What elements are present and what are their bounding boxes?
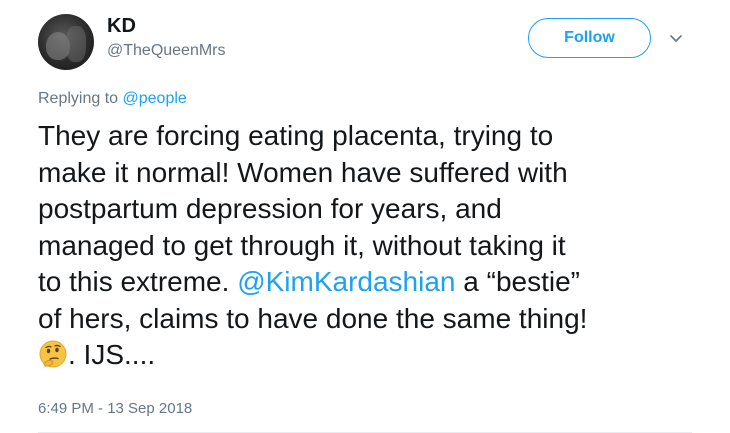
display-name[interactable]: KD xyxy=(107,15,136,38)
kimkardashian-mention-link[interactable]: @KimKardashian xyxy=(237,266,455,297)
tweet-line: . IJS.... xyxy=(68,339,156,370)
replying-to-label: Replying to xyxy=(38,90,123,107)
tweet-line: of hers, claims to have done the same th… xyxy=(38,302,588,334)
thinking-face-emoji-icon xyxy=(39,340,67,368)
tweet-line: postpartum depression for years, and xyxy=(38,193,502,224)
tweet-timestamp[interactable]: 6:49 PM - 13 Sep 2018 xyxy=(38,400,192,417)
avatar[interactable] xyxy=(38,14,94,70)
tweet-line: make it normal! Women have suffered with xyxy=(38,156,568,188)
reply-mention-link[interactable]: @people xyxy=(123,90,187,107)
tweet-line: a “bestie” xyxy=(455,266,580,297)
tweet-line: managed to get through it, without takin… xyxy=(38,229,566,261)
chevron-down-icon[interactable] xyxy=(667,30,685,48)
tweet-line: to this extreme. xyxy=(38,266,238,297)
tweet-line: They are forcing eating placenta, trying… xyxy=(38,120,554,151)
follow-button[interactable]: Follow xyxy=(528,18,651,58)
tweet-card: KD @TheQueenMrs Follow Replying to @peop… xyxy=(0,0,730,433)
user-handle[interactable]: @TheQueenMrs xyxy=(107,42,226,60)
tweet-text: They are forcing eating placenta, trying… xyxy=(38,118,708,374)
replying-to: Replying to @people xyxy=(38,90,187,108)
